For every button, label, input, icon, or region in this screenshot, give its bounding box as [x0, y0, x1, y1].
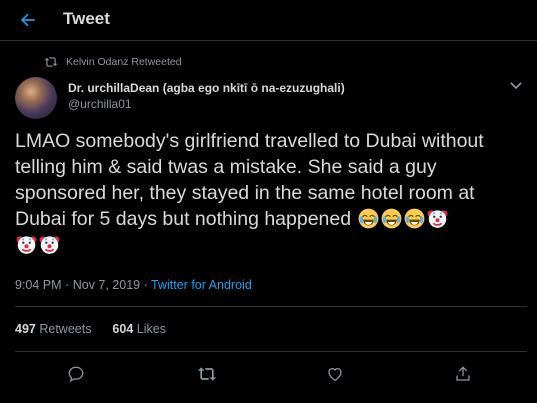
- joy-emoji-icon: [381, 208, 401, 229]
- retweeted-by-label: Kelvin Odanz Retweeted: [66, 56, 182, 68]
- divider: [15, 306, 527, 307]
- retweet-icon: [44, 57, 58, 67]
- reply-icon: [68, 366, 84, 382]
- divider: [15, 351, 527, 352]
- retweeted-by[interactable]: Kelvin Odanz Retweeted: [44, 55, 182, 69]
- joy-emoji-icon: [358, 208, 378, 229]
- back-button[interactable]: [15, 8, 41, 32]
- tweet-stats: 497 Retweets 604 Likes: [15, 322, 166, 336]
- retweets-stat[interactable]: 497 Retweets: [15, 322, 91, 336]
- likes-stat[interactable]: 604 Likes: [112, 322, 166, 336]
- meta-separator: ·: [65, 278, 70, 292]
- retweet-icon: [197, 367, 217, 381]
- top-bar: Tweet: [0, 0, 537, 41]
- share-button[interactable]: [451, 362, 475, 386]
- reply-button[interactable]: [64, 362, 88, 386]
- like-button[interactable]: [323, 362, 347, 386]
- author-display-name[interactable]: Dr. urchillaDean (agba ego nkītī ō na-ez…: [68, 81, 345, 95]
- clown-emoji-icon: [16, 236, 37, 254]
- more-options-button[interactable]: [505, 77, 527, 95]
- likes-count: 604: [112, 322, 134, 336]
- tweet-source-link[interactable]: Twitter for Android: [151, 278, 252, 292]
- avatar[interactable]: [15, 77, 57, 119]
- tweet-meta: 9:04 PM · Nov 7, 2019 · Twitter for Andr…: [15, 278, 252, 292]
- chevron-down-icon: [510, 82, 522, 90]
- tweet-date[interactable]: Nov 7, 2019: [73, 278, 140, 292]
- heart-icon: [328, 368, 342, 382]
- tweet-time[interactable]: 9:04 PM: [15, 278, 62, 292]
- clown-emoji-icon: [427, 210, 447, 228]
- tweet-text: LMAO somebody's girlfriend travelled to …: [15, 128, 527, 258]
- back-arrow-icon: [21, 13, 35, 27]
- action-bar: [0, 358, 537, 390]
- joy-emoji-icon: [404, 208, 424, 229]
- retweets-label: Retweets: [39, 322, 92, 336]
- retweets-count: 497: [15, 322, 36, 336]
- likes-label: Likes: [136, 322, 166, 336]
- share-icon: [456, 366, 470, 381]
- page-title: Tweet: [63, 9, 110, 28]
- author-handle[interactable]: @urchilla01: [68, 97, 132, 111]
- retweet-button[interactable]: [195, 362, 219, 386]
- clown-emoji-icon: [39, 236, 60, 254]
- meta-separator: ·: [143, 278, 148, 292]
